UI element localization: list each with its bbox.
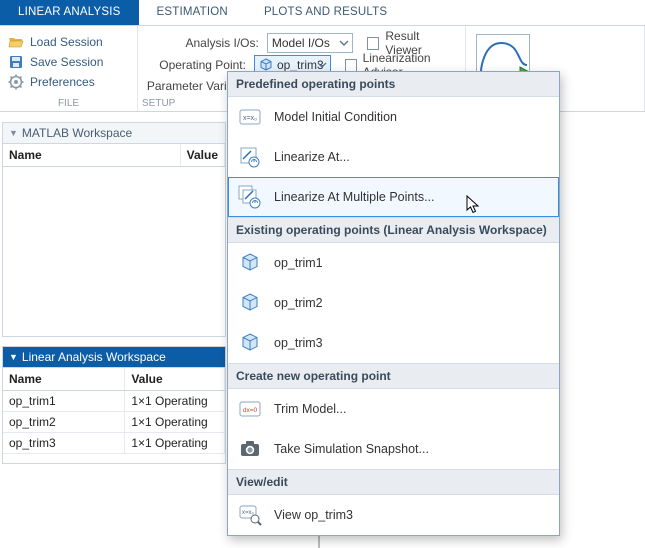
preferences-label: Preferences xyxy=(30,75,95,89)
operating-point-label: Operating Point: xyxy=(146,58,250,72)
camera-icon xyxy=(238,437,262,461)
save-icon xyxy=(8,54,24,70)
menu-linearize-at-multiple[interactable]: Linearize At Multiple Points... xyxy=(228,177,559,217)
table-row[interactable]: op_trim21×1 Operating xyxy=(3,412,225,433)
matlab-workspace-header[interactable]: ▼ MATLAB Workspace xyxy=(3,123,225,144)
save-session-label: Save Session xyxy=(30,55,103,69)
menu-item-label: Model Initial Condition xyxy=(274,110,397,124)
col-value[interactable]: Value xyxy=(180,144,224,167)
col-name[interactable]: Name xyxy=(3,368,125,391)
menu-model-initial-condition[interactable]: x=x₀ Model Initial Condition xyxy=(228,97,559,137)
menu-item-label: Take Simulation Snapshot... xyxy=(274,442,429,456)
tab-linear-analysis[interactable]: LINEAR ANALYSIS xyxy=(0,0,139,25)
menu-item-label: op_trim3 xyxy=(274,336,323,350)
section-view-edit: View/edit xyxy=(228,469,559,495)
menu-item-label: Linearize At... xyxy=(274,150,350,164)
menu-op-trim3[interactable]: op_trim3 xyxy=(228,323,559,363)
trim-model-icon: dx=0 xyxy=(238,397,262,421)
menu-simulation-snapshot[interactable]: Take Simulation Snapshot... xyxy=(228,429,559,469)
cube-icon xyxy=(238,291,262,315)
cube-icon xyxy=(238,331,262,355)
matlab-workspace-table: Name Value xyxy=(3,144,225,167)
linear-analysis-workspace-title: Linear Analysis Workspace xyxy=(22,350,166,364)
col-name[interactable]: Name xyxy=(3,144,180,167)
menu-linearize-at[interactable]: Linearize At... xyxy=(228,137,559,177)
collapse-icon: ▼ xyxy=(9,128,18,138)
svg-text:x=x₀: x=x₀ xyxy=(243,115,257,122)
save-session-button[interactable]: Save Session xyxy=(8,52,129,72)
preferences-button[interactable]: Preferences xyxy=(8,72,129,92)
load-session-label: Load Session xyxy=(30,35,103,49)
svg-text:dx=0: dx=0 xyxy=(243,407,258,414)
table-row[interactable]: op_trim31×1 Operating xyxy=(3,433,225,454)
section-predefined: Predefined operating points xyxy=(228,72,559,97)
cube-icon xyxy=(259,58,273,72)
linear-analysis-workspace-table: Name Value op_trim11×1 Operating op_trim… xyxy=(3,368,225,454)
linear-analysis-workspace-panel: ▼ Linear Analysis Workspace Name Value o… xyxy=(2,346,226,464)
cube-icon xyxy=(238,251,262,275)
chevron-down-icon xyxy=(339,37,349,49)
collapse-icon: ▼ xyxy=(9,352,18,362)
analysis-ios-value: Model I/Os xyxy=(272,36,330,50)
view-icon: x=x₀ xyxy=(238,503,262,527)
linear-analysis-workspace-header[interactable]: ▼ Linear Analysis Workspace xyxy=(3,347,225,368)
section-existing: Existing operating points (Linear Analys… xyxy=(228,217,559,243)
ribbon-group-file: Load Session Save Session Preferences FI… xyxy=(0,26,138,111)
group-label-file: FILE xyxy=(0,98,137,109)
menu-item-label: op_trim2 xyxy=(274,296,323,310)
matlab-workspace-panel: ▼ MATLAB Workspace Name Value xyxy=(2,122,226,337)
table-row[interactable]: op_trim11×1 Operating xyxy=(3,391,225,412)
load-session-button[interactable]: Load Session xyxy=(8,32,129,52)
chevron-down-icon xyxy=(317,59,327,71)
menu-trim-model[interactable]: dx=0 Trim Model... xyxy=(228,389,559,429)
menu-op-trim2[interactable]: op_trim2 xyxy=(228,283,559,323)
menu-item-label: op_trim1 xyxy=(274,256,323,270)
linearize-multiple-icon xyxy=(238,185,262,209)
menu-item-label: Trim Model... xyxy=(274,402,346,416)
checkbox-icon xyxy=(367,37,380,50)
analysis-ios-dropdown[interactable]: Model I/Os xyxy=(267,33,353,53)
menu-item-label: View op_trim3 xyxy=(274,508,353,522)
section-create: Create new operating point xyxy=(228,363,559,389)
tab-estimation[interactable]: ESTIMATION xyxy=(139,0,246,25)
svg-text:x=x₀: x=x₀ xyxy=(242,510,255,516)
menu-op-trim1[interactable]: op_trim1 xyxy=(228,243,559,283)
tab-plots-results[interactable]: PLOTS AND RESULTS xyxy=(246,0,405,25)
mouse-cursor-icon xyxy=(466,195,482,215)
matlab-workspace-title: MATLAB Workspace xyxy=(22,126,132,140)
folder-open-icon xyxy=(8,34,24,50)
col-value[interactable]: Value xyxy=(125,368,225,391)
gear-icon xyxy=(8,74,24,90)
linearize-icon xyxy=(238,145,262,169)
toolstrip-tabs: LINEAR ANALYSIS ESTIMATION PLOTS AND RES… xyxy=(0,0,645,26)
checkbox-icon xyxy=(345,59,356,72)
analysis-ios-label: Analysis I/Os: xyxy=(146,36,263,50)
menu-item-label: Linearize At Multiple Points... xyxy=(274,190,435,204)
menu-view-op[interactable]: x=x₀ View op_trim3 xyxy=(228,495,559,535)
initial-condition-icon: x=x₀ xyxy=(238,105,262,129)
operating-point-menu: Predefined operating points x=x₀ Model I… xyxy=(227,71,560,536)
